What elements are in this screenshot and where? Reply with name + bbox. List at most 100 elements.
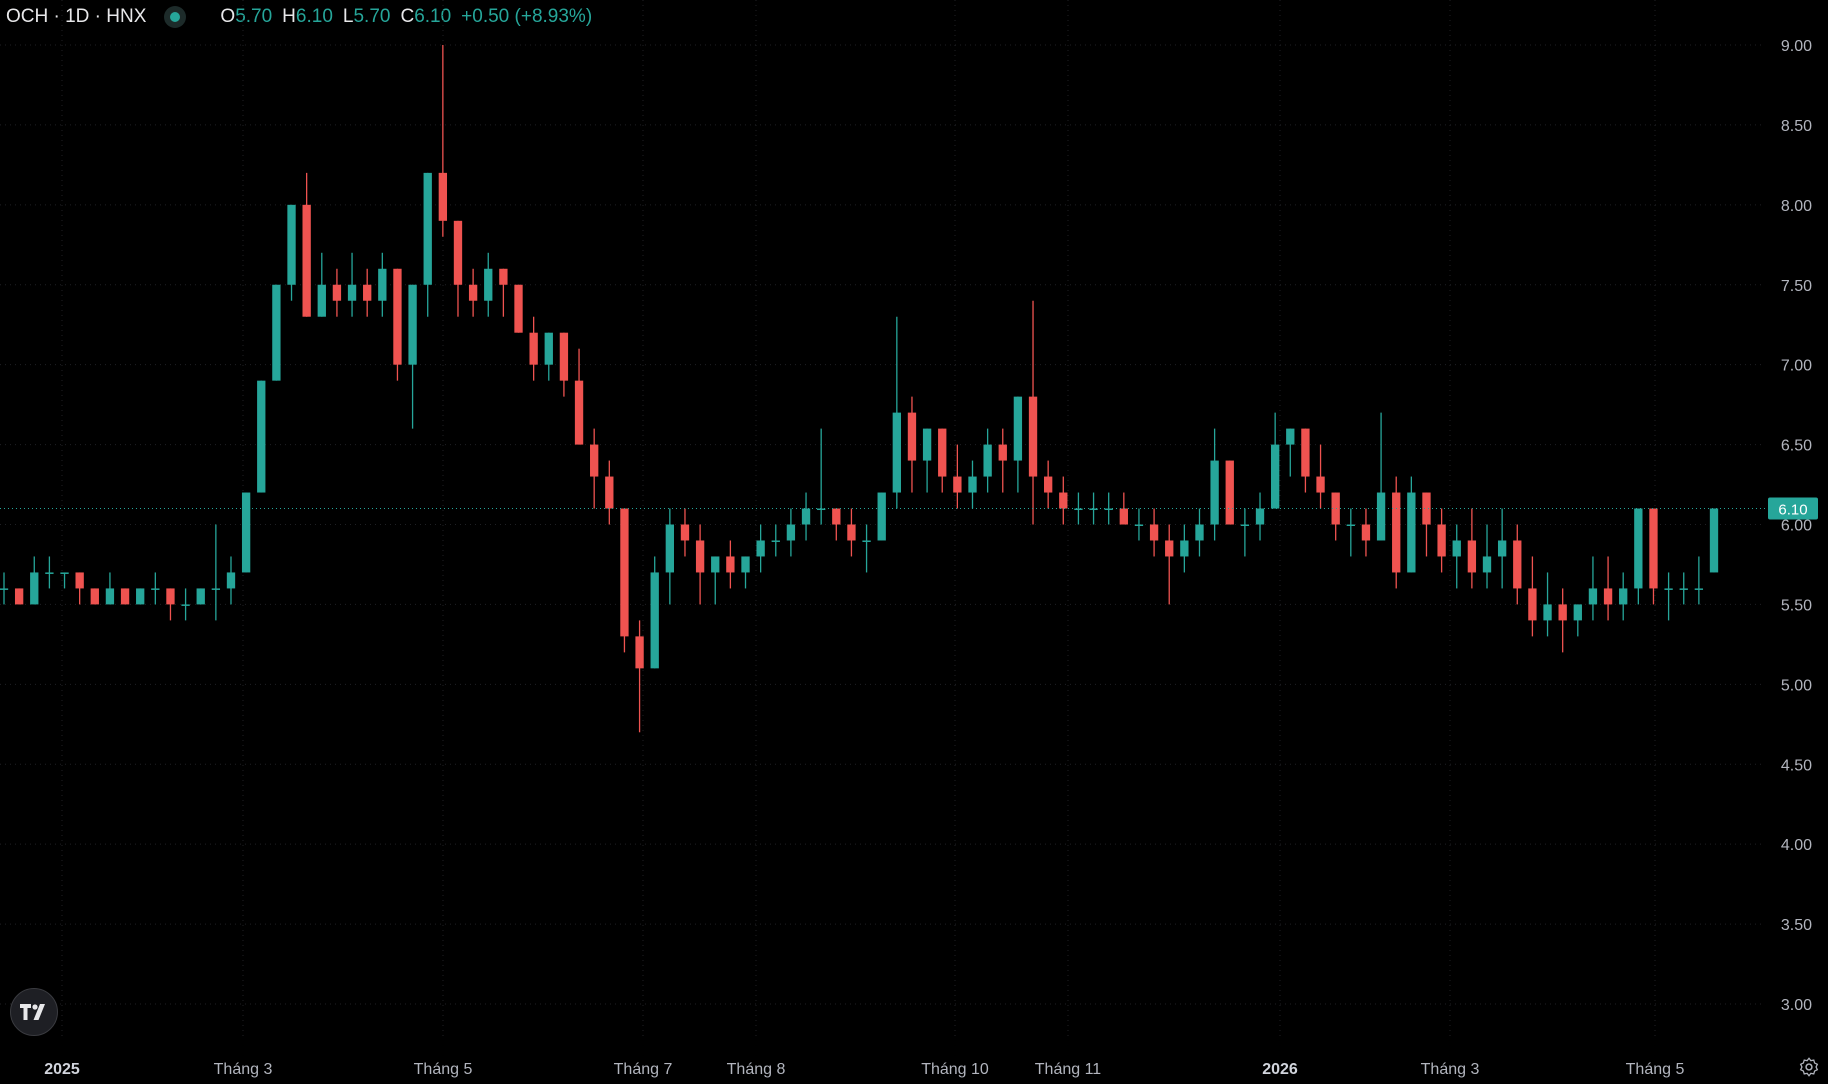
candle-body	[1679, 588, 1688, 590]
candle-body	[1392, 492, 1401, 573]
candle-body	[605, 476, 614, 509]
candle-body	[499, 268, 508, 285]
candle-body	[378, 268, 387, 301]
candle-body	[1149, 524, 1159, 541]
candle-body	[1573, 604, 1582, 621]
candle-body	[226, 572, 236, 589]
candle-body	[1664, 588, 1673, 590]
x-tick-label: Tháng 10	[921, 1061, 989, 1078]
candle-body	[892, 412, 901, 493]
candle-body	[680, 524, 690, 541]
candle-body	[1240, 524, 1250, 526]
y-tick-label: 5.50	[1781, 597, 1812, 614]
candle-body	[1407, 492, 1416, 573]
x-tick-label: Tháng 3	[214, 1061, 273, 1078]
candle-body	[938, 428, 947, 477]
candle-body	[620, 508, 629, 637]
candle-body	[363, 284, 372, 301]
candle-body	[1286, 428, 1295, 445]
candle-body	[1361, 524, 1371, 541]
candle-body	[953, 476, 962, 493]
candle-body	[1180, 540, 1189, 557]
candle-body	[1619, 588, 1628, 605]
candle-body	[544, 332, 553, 365]
candle-body	[1422, 492, 1431, 525]
candle-body	[257, 380, 266, 493]
candle-body	[1301, 428, 1310, 477]
candle-body	[105, 588, 115, 605]
candle-body	[332, 284, 342, 301]
candle-body	[1134, 524, 1144, 526]
y-tick-label: 6.50	[1781, 438, 1812, 455]
x-tick-label: Tháng 7	[614, 1061, 673, 1078]
candle-body	[590, 444, 599, 477]
candle-body	[181, 604, 190, 606]
candle-body	[574, 380, 584, 445]
candle-body	[1270, 444, 1280, 509]
candle-body	[1513, 540, 1522, 589]
candle-body	[468, 284, 478, 301]
candle-body	[1316, 476, 1325, 493]
candle-body	[408, 284, 417, 365]
candle-body	[1346, 524, 1355, 526]
candle-body	[650, 572, 659, 669]
y-tick-label: 3.50	[1781, 917, 1812, 934]
x-tick-label: 2025	[44, 1061, 80, 1078]
candle-body	[1528, 588, 1537, 621]
candle-body	[771, 540, 780, 542]
candle-body	[302, 204, 311, 317]
candle-body	[1467, 540, 1477, 573]
candle-body	[726, 556, 735, 573]
candle-body	[45, 572, 54, 574]
candle-body	[559, 332, 569, 381]
candle-body	[756, 540, 765, 557]
candle-body	[90, 588, 99, 605]
price-axis: 9.00 8.50 8.00 7.50 7.00 6.50 6.00 5.50 5.00 4.50…	[1768, 38, 1818, 1014]
candle-body	[1119, 508, 1128, 525]
candle-body	[1376, 492, 1386, 541]
y-tick-label: 7.50	[1781, 278, 1812, 295]
candle-body	[1028, 396, 1038, 477]
candle-body	[151, 588, 160, 590]
candle-body	[1558, 604, 1567, 621]
candle-body	[347, 284, 357, 301]
candle-body	[998, 444, 1007, 461]
last-price-label: 6.10	[1778, 502, 1807, 519]
y-tick-label: 6.00	[1781, 518, 1812, 535]
candle-body	[136, 588, 145, 605]
candle-body	[1482, 556, 1492, 573]
y-tick-label: 4.00	[1781, 837, 1812, 854]
candle-body	[877, 492, 886, 541]
candle-body	[211, 588, 221, 590]
candles-layer	[0, 45, 1719, 733]
y-tick-label: 5.00	[1781, 677, 1812, 694]
candle-body	[166, 588, 175, 605]
candle-body	[907, 412, 917, 461]
x-tick-label: Tháng 5	[414, 1061, 473, 1078]
y-tick-label: 8.00	[1781, 198, 1812, 215]
candle-body	[1013, 396, 1023, 461]
candle-body	[786, 524, 796, 541]
x-tick-label: Tháng 11	[1035, 1061, 1102, 1078]
candle-body	[1588, 588, 1598, 605]
gear-icon[interactable]	[1798, 1056, 1820, 1078]
candle-body	[832, 508, 841, 525]
candle-body	[529, 332, 538, 365]
x-tick-label: Tháng 8	[727, 1061, 786, 1078]
price-chart[interactable]: 9.00 8.50 8.00 7.50 7.00 6.50 6.00 5.50 5.00 4.50…	[0, 0, 1828, 1084]
candle-body	[14, 588, 24, 605]
candle-body	[1195, 524, 1204, 541]
y-tick-label: 9.00	[1781, 38, 1812, 55]
candle-body	[1543, 604, 1552, 621]
candle-body	[438, 172, 448, 221]
candle-body	[1634, 508, 1643, 589]
candle-body	[1709, 508, 1719, 573]
candle-body	[711, 556, 720, 573]
candle-body	[1497, 540, 1507, 557]
tradingview-logo-icon[interactable]	[10, 988, 58, 1036]
candle-body	[30, 572, 39, 605]
candle-body	[695, 540, 705, 573]
candle-body	[60, 572, 69, 574]
candle-body	[862, 540, 871, 542]
candle-body	[1074, 508, 1083, 511]
